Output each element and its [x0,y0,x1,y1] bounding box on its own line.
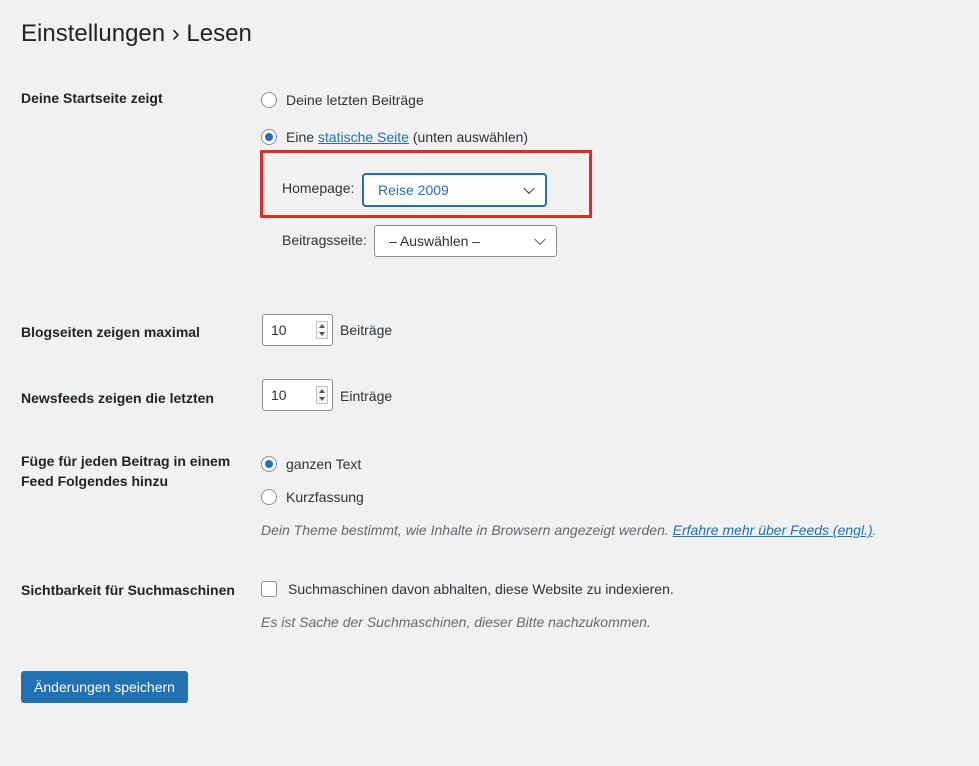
feed-description-end: . [872,522,877,538]
feed-content-description: Dein Theme bestimmt, wie Inhalte in Brow… [261,522,877,538]
feeds-learn-more-link[interactable]: Erfahre mehr über Feeds (engl.) [673,522,873,538]
option-full-text[interactable]: ganzen Text [261,454,361,474]
feed-content-label-line1: Füge für jeden Beitrag in einem [21,453,231,469]
radio-latest-posts[interactable] [261,92,277,108]
feeds-value: 10 [271,387,287,403]
option-static-prefix: Eine [286,129,315,145]
settings-reading-page: Einstellungen › Lesen Deine Startseite z… [0,0,979,766]
option-static-suffix: (unten auswählen) [412,129,529,145]
option-latest-posts-label: Deine letzten Beiträge [286,92,424,108]
search-visibility-checkbox-label: Suchmaschinen davon abhalten, diese Webs… [288,581,674,597]
option-excerpt-label: Kurzfassung [286,489,364,505]
spinner-icon[interactable] [316,321,328,339]
static-page-link[interactable]: statische Seite [318,129,409,145]
homepage-select-label: Homepage: [282,180,355,196]
feeds-label: Newsfeeds zeigen die letzten [21,390,214,406]
radio-full-text[interactable] [261,456,277,472]
feeds-unit: Einträge [340,388,393,404]
blog-pages-unit: Beiträge [340,322,393,338]
radio-static-page[interactable] [261,129,277,145]
posts-page-select-value: – Auswählen – [389,233,481,249]
blog-pages-label: Blogseiten zeigen maximal [21,324,200,340]
chevron-down-icon [523,182,535,195]
posts-page-select[interactable]: – Auswählen – [374,225,557,257]
option-excerpt[interactable]: Kurzfassung [261,487,364,507]
spinner-icon[interactable] [316,386,328,404]
option-static-page[interactable]: Eine statische Seite (unten auswählen) [261,127,528,147]
search-visibility-label: Sichtbarkeit für Suchmaschinen [21,582,235,598]
blog-pages-input[interactable]: 10 [262,314,333,346]
homepage-select[interactable]: Reise 2009 [363,174,546,206]
option-latest-posts[interactable]: Deine letzten Beiträge [261,90,424,110]
homepage-display-label: Deine Startseite zeigt [21,90,163,106]
blog-pages-value: 10 [271,322,287,338]
option-full-text-label: ganzen Text [286,456,362,472]
page-title: Einstellungen › Lesen [21,20,252,47]
feed-content-label-line2: Feed Folgendes hinzu [21,473,169,489]
feed-content-label: Füge für jeden Beitrag in einem Feed Fol… [21,451,230,491]
search-visibility-description: Es ist Sache der Suchmaschinen, dieser B… [261,614,651,630]
feed-description-text: Dein Theme bestimmt, wie Inhalte in Brow… [261,522,669,538]
radio-excerpt[interactable] [261,489,277,505]
feeds-input[interactable]: 10 [262,379,333,411]
search-visibility-checkbox[interactable] [261,581,277,597]
search-visibility-option[interactable]: Suchmaschinen davon abhalten, diese Webs… [261,579,674,599]
homepage-select-value: Reise 2009 [378,182,449,198]
chevron-down-icon [534,233,546,246]
save-changes-button[interactable]: Änderungen speichern [21,671,188,703]
posts-page-select-label: Beitragsseite: [282,232,367,248]
